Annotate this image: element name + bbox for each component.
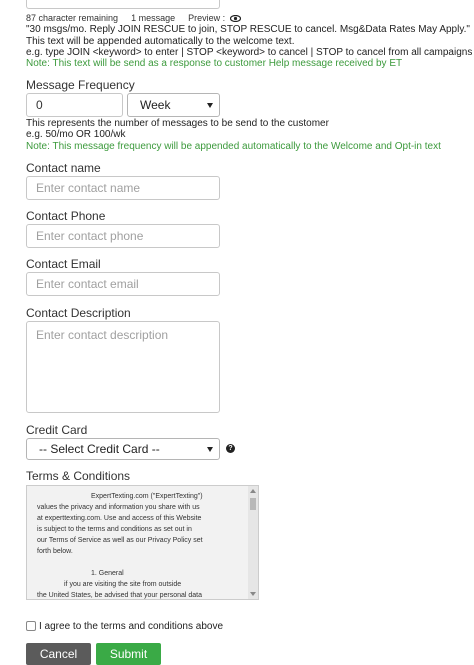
frequency-period-select[interactable]: Week — [127, 93, 220, 117]
contact-name-label: Contact name — [26, 161, 101, 175]
agree-label: I agree to the terms and conditions abov… — [39, 621, 224, 632]
terms-text: ExpertTexting.com ("ExpertTexting") valu… — [37, 491, 255, 599]
scroll-down-icon[interactable] — [250, 592, 256, 596]
scroll-thumb[interactable] — [250, 498, 256, 510]
chevron-down-icon — [207, 103, 213, 108]
terms-line: if you are visiting the site from outsid… — [64, 581, 182, 588]
frequency-input[interactable] — [26, 93, 123, 117]
terms-line: our Terms of Service as well as our Priv… — [37, 537, 203, 544]
frequency-example: e.g. 50/mo OR 100/wk — [26, 129, 126, 140]
terms-scrollbar[interactable] — [248, 486, 258, 599]
help-icon[interactable]: ? — [226, 444, 235, 453]
contact-phone-label: Contact Phone — [26, 209, 106, 223]
contact-phone-input[interactable] — [26, 224, 220, 248]
preview-label: Preview : — [188, 13, 226, 23]
scroll-up-icon[interactable] — [250, 489, 256, 493]
agree-checkbox[interactable] — [26, 621, 36, 631]
cancel-button[interactable]: Cancel — [26, 643, 91, 665]
keyword-example: e.g. type JOIN <keyword> to enter | STOP… — [26, 47, 473, 58]
terms-line: values the privacy and information you s… — [37, 504, 200, 511]
terms-line: the United States, be advised that your … — [37, 592, 202, 599]
message-count: 1 message — [131, 13, 176, 23]
credit-card-select[interactable]: -- Select Credit Card -- — [26, 438, 220, 460]
terms-line: forth below. — [37, 548, 73, 555]
message-stats: 87 character remaining 1 message Preview… — [26, 13, 241, 24]
contact-description-label: Contact Description — [26, 306, 131, 320]
submit-button[interactable]: Submit — [96, 643, 161, 665]
contact-email-input[interactable] — [26, 272, 220, 296]
contact-name-input[interactable] — [26, 176, 220, 200]
preview-field-remnant — [26, 0, 220, 9]
credit-card-selected: -- Select Credit Card -- — [39, 442, 160, 456]
contact-email-label: Contact Email — [26, 257, 101, 271]
eye-icon[interactable] — [229, 14, 241, 24]
help-response-note: Note: This text will be send as a respon… — [26, 58, 403, 69]
characters-remaining: 87 character remaining — [26, 13, 119, 23]
terms-line: at experttexting.com. Use and access of … — [37, 515, 202, 522]
contact-description-textarea[interactable] — [26, 321, 220, 413]
terms-line: ExpertTexting.com ("ExpertTexting") — [91, 493, 203, 500]
welcome-append-note: This text will be appended automatically… — [26, 36, 295, 47]
frequency-note: Note: This message frequency will be app… — [26, 141, 441, 152]
preview-text: "30 msgs/mo. Reply JOIN RESCUE to join, … — [26, 24, 470, 35]
chevron-down-icon — [207, 447, 213, 452]
frequency-help: This represents the number of messages t… — [26, 118, 329, 129]
terms-box[interactable]: ExpertTexting.com ("ExpertTexting") valu… — [26, 485, 259, 600]
frequency-label: Message Frequency — [26, 78, 135, 92]
terms-label: Terms & Conditions — [26, 469, 131, 483]
terms-line: is subject to the terms and conditions a… — [37, 526, 192, 533]
frequency-period-value: Week — [140, 98, 171, 112]
terms-line: 1. General — [91, 570, 124, 577]
credit-card-label: Credit Card — [26, 423, 88, 437]
